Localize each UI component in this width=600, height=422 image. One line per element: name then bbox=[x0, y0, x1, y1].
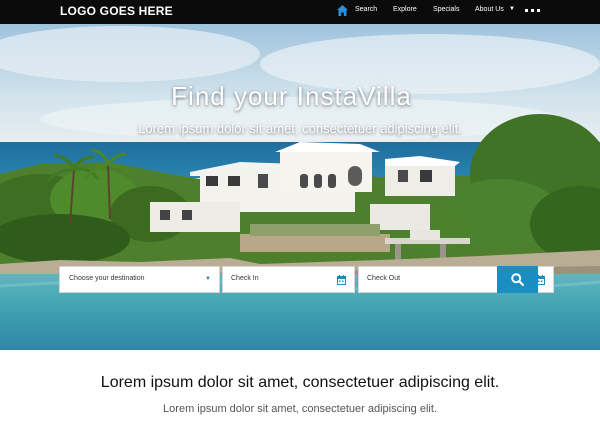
chevron-down-icon[interactable]: ▼ bbox=[509, 6, 515, 12]
hero-villa-image bbox=[0, 24, 600, 350]
logo[interactable]: LOGO GOES HERE bbox=[60, 4, 173, 18]
calendar-icon[interactable] bbox=[337, 275, 346, 285]
chevron-down-icon[interactable]: ▼ bbox=[205, 276, 211, 282]
search-icon bbox=[511, 273, 524, 286]
content-title: Lorem ipsum dolor sit amet, consectetuer… bbox=[100, 374, 500, 391]
destination-select-value: Choose your destination bbox=[69, 275, 145, 282]
nav-specials[interactable]: Specials bbox=[433, 6, 459, 13]
nav-about-us[interactable]: About Us bbox=[475, 6, 504, 13]
hero-subtitle: Lorem ipsum dolor sit amet, consectetuer… bbox=[138, 121, 462, 136]
search-button[interactable] bbox=[497, 266, 538, 293]
check-in-field[interactable]: Check In bbox=[222, 266, 355, 293]
destination-select[interactable]: Choose your destination ▼ bbox=[59, 266, 220, 293]
nav-search[interactable]: Search bbox=[355, 6, 377, 13]
nav-explore[interactable]: Explore bbox=[393, 6, 417, 13]
check-in-label: Check In bbox=[231, 275, 259, 282]
top-navigation-bar: LOGO GOES HERE Search Explore Specials A… bbox=[0, 0, 600, 24]
content-subtitle: Lorem ipsum dolor sit amet, consectetuer… bbox=[163, 403, 437, 415]
check-out-label: Check Out bbox=[367, 275, 401, 282]
home-icon[interactable] bbox=[337, 5, 348, 17]
hero-section: Find your InstaVilla Lorem ipsum dolor s… bbox=[0, 24, 600, 350]
more-dots-icon[interactable] bbox=[525, 9, 540, 13]
hero-title: Find your InstaVilla bbox=[171, 81, 412, 111]
search-bar: Choose your destination ▼ Check In Check… bbox=[59, 266, 554, 293]
